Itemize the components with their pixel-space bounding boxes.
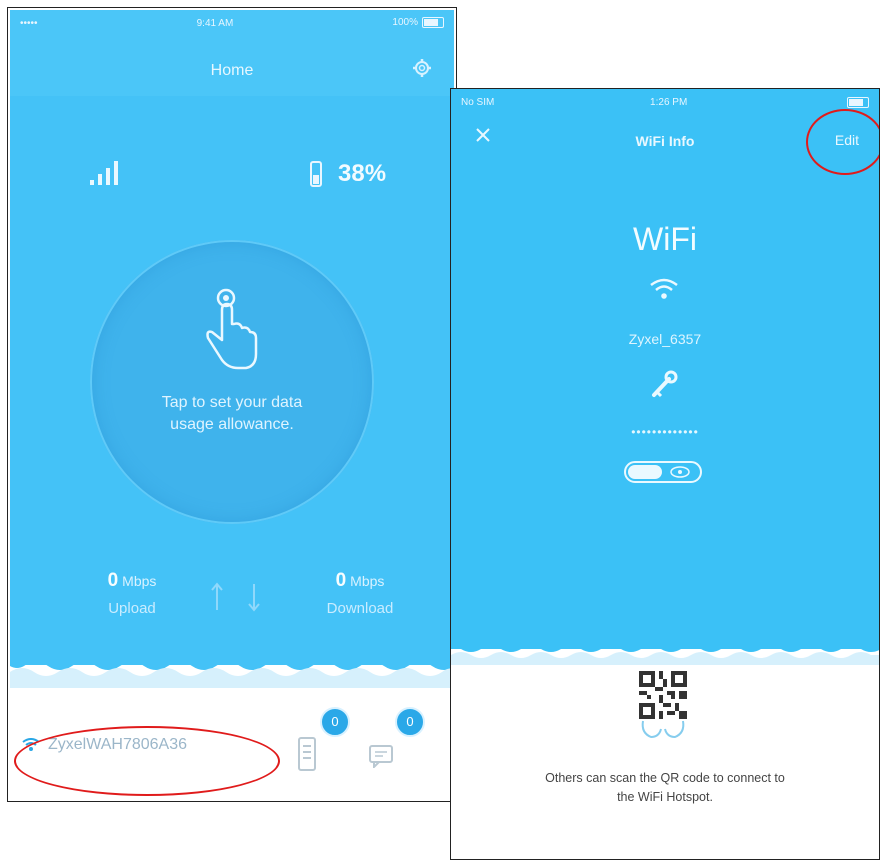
wifi-icon: [650, 278, 678, 299]
wifi-info-background: No SIM 1:26 PM WiFi Info Edit WiFi Zyxel…: [451, 89, 879, 649]
messages-count-badge: 0: [395, 707, 425, 737]
show-password-toggle[interactable]: [624, 461, 702, 483]
battery-percent: 38%: [338, 160, 387, 187]
download-label: Download: [326, 600, 394, 617]
status-bar: No SIM 1:26 PM: [451, 89, 879, 115]
upload-unit: Mbps: [122, 573, 157, 589]
upload-speed: 0 Mbps Upload: [72, 570, 192, 617]
highlight-ring: [14, 726, 280, 796]
password-value: •••••••••••••: [631, 425, 699, 439]
battery-small-icon: [847, 96, 869, 108]
message-icon[interactable]: [368, 744, 394, 768]
wifi-heading: WiFi: [633, 221, 697, 257]
wave-divider: [451, 637, 879, 665]
status-carrier: •••••: [20, 17, 38, 29]
qr-caption: Others can scan the QR code to connect t…: [545, 771, 785, 804]
qr-code: [639, 671, 687, 719]
status-time: 9:41 AM: [196, 17, 234, 29]
status-bar: ••••• 9:41 AM 100%: [10, 10, 454, 36]
upload-label: Upload: [108, 600, 156, 617]
data-usage-button[interactable]: Tap to set your data usage allowance.: [90, 240, 374, 524]
status-time: 1:26 PM: [650, 96, 688, 108]
status-carrier: No SIM: [461, 96, 495, 108]
devices-count-badge: 0: [320, 707, 350, 737]
download-speed: 0 Mbps Download: [300, 570, 420, 617]
status-battery-text: 100%: [392, 17, 418, 29]
battery-icon: [310, 161, 322, 187]
home-background: ••••• 9:41 AM 100% Home 38% Tap to set y…: [10, 10, 454, 665]
devices-icon[interactable]: [297, 736, 319, 774]
arrow-down-icon: [248, 584, 260, 612]
home-header: ••••• 9:41 AM 100% Home: [10, 10, 454, 96]
usage-prompt-text: Tap to set your data usage allowance.: [161, 394, 303, 433]
page-title: Home: [210, 62, 254, 79]
battery-status: 38%: [310, 160, 386, 188]
status-battery: 100%: [392, 17, 444, 29]
highlight-ring: [806, 109, 879, 175]
wave-divider: [10, 648, 456, 688]
upload-value: 0: [107, 570, 119, 591]
tap-hand-icon: [206, 288, 258, 370]
arrow-up-icon: [211, 582, 223, 610]
download-value: 0: [335, 570, 347, 591]
gear-icon[interactable]: [412, 58, 432, 78]
battery-small-icon: [421, 17, 444, 29]
home-screen: ••••• 9:41 AM 100% Home 38% Tap to set y…: [7, 7, 457, 802]
key-icon: [652, 370, 678, 398]
download-unit: Mbps: [350, 573, 385, 589]
ssid-value: Zyxel_6357: [628, 331, 702, 347]
hands-icon: [641, 720, 685, 739]
wifi-info-screen: No SIM 1:26 PM WiFi Info Edit WiFi Zyxel…: [450, 88, 880, 860]
signal-strength-icon: [90, 161, 118, 185]
